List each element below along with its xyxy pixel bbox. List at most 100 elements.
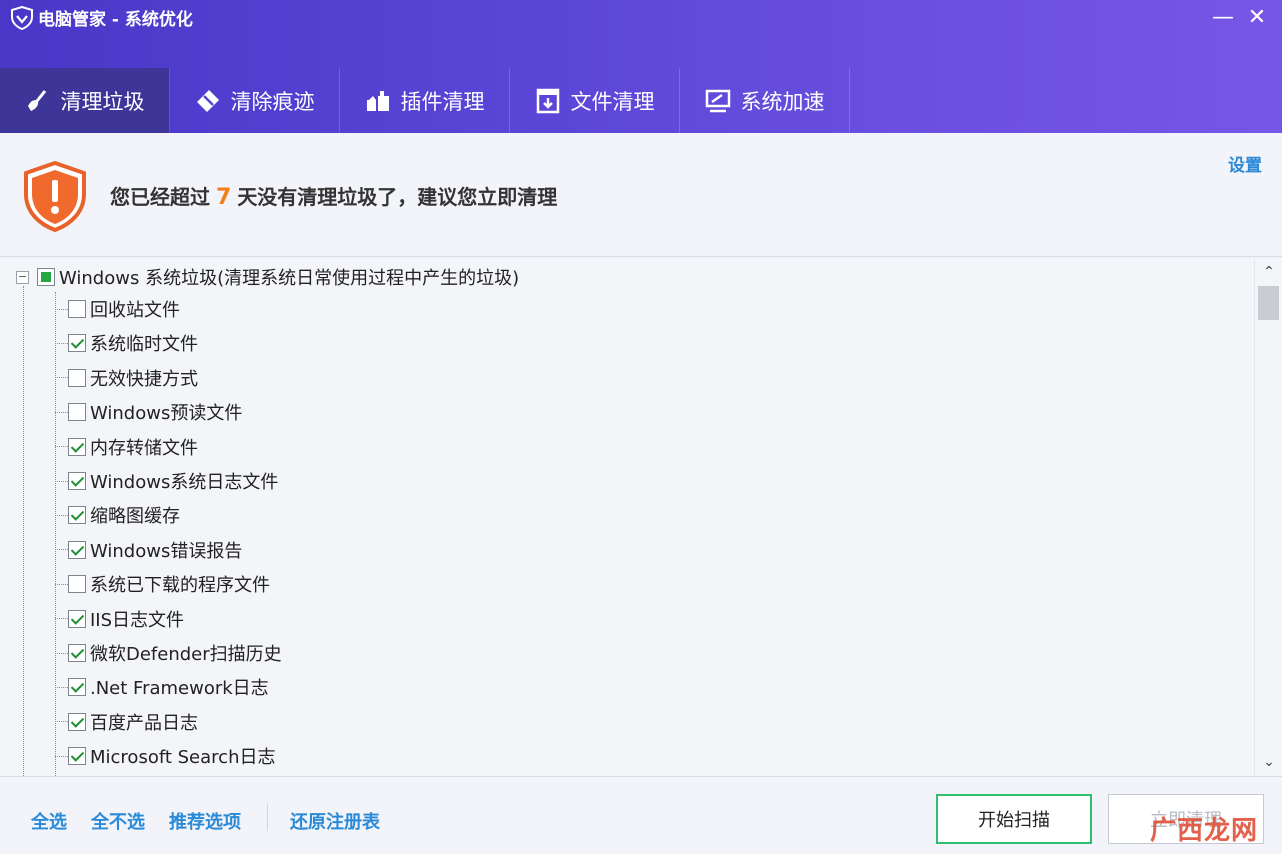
tree-item[interactable]: Microsoft Search日志 xyxy=(55,741,275,771)
item-label: 微软Defender扫描历史 xyxy=(90,644,282,665)
tree-branch-line xyxy=(55,411,68,413)
footer-divider xyxy=(267,803,268,831)
plugin-icon xyxy=(366,90,389,111)
tree-item[interactable]: 无效快捷方式 xyxy=(55,363,198,393)
item-checkbox[interactable] xyxy=(68,712,86,731)
tab-system-speedup[interactable]: 系统加速 xyxy=(680,68,850,133)
tree-item[interactable]: 内存转储文件 xyxy=(55,432,198,462)
select-none-link[interactable]: 全不选 xyxy=(91,808,145,834)
title-bar: 电脑管家 - 系统优化 — ✕ xyxy=(0,0,1282,36)
start-scan-button[interactable]: 开始扫描 xyxy=(936,794,1092,844)
tab-clean-junk[interactable]: 清理垃圾 xyxy=(0,68,170,133)
tree-branch-line xyxy=(55,686,68,688)
tab-label: 清理垃圾 xyxy=(60,89,145,114)
tree-item[interactable]: 回收站文件 xyxy=(55,294,180,324)
tree-branch-line xyxy=(55,549,68,551)
tree-branch-line xyxy=(55,618,68,620)
item-label: 内存转储文件 xyxy=(90,437,198,459)
tree-item[interactable]: 百度产品日志 xyxy=(55,707,198,737)
item-label: Microsoft Search日志 xyxy=(90,747,276,769)
days-count: 7 xyxy=(216,185,232,210)
item-checkbox[interactable] xyxy=(68,368,86,387)
minimize-button[interactable]: — xyxy=(1208,4,1238,32)
tree-item[interactable]: 缩略图缓存 xyxy=(55,500,180,530)
item-checkbox[interactable] xyxy=(68,403,86,422)
settings-link[interactable]: 设置 xyxy=(1228,151,1262,176)
item-label: 缩略图缓存 xyxy=(90,506,180,528)
item-checkbox[interactable] xyxy=(68,644,86,662)
scroll-down-arrow-icon[interactable]: ⌄ xyxy=(1255,750,1282,774)
tree-branch-line xyxy=(55,755,68,757)
window-title: 电脑管家 - 系统优化 xyxy=(38,10,193,30)
tree-item[interactable]: 系统临时文件 xyxy=(55,328,198,358)
eraser-icon xyxy=(196,89,219,112)
item-checkbox[interactable] xyxy=(68,747,86,766)
item-label: IIS日志文件 xyxy=(90,609,185,631)
item-label: 无效快捷方式 xyxy=(90,368,198,390)
item-checkbox[interactable] xyxy=(68,472,86,490)
tree-item[interactable]: 微软Defender扫描历史 xyxy=(55,638,282,668)
file-box-icon xyxy=(536,88,559,113)
tree-branch-line xyxy=(55,583,68,585)
item-label: Windows错误报告 xyxy=(90,540,243,562)
warning-prefix: 您已经超过 xyxy=(110,185,210,209)
app-shield-logo-icon xyxy=(11,6,33,30)
watermark-text: 广西龙网 xyxy=(1150,816,1259,846)
tree-item[interactable]: Windows系统日志文件 xyxy=(55,466,278,496)
item-checkbox[interactable] xyxy=(68,437,86,456)
broom-icon xyxy=(27,89,46,111)
tree-guide-line xyxy=(23,286,24,776)
tree-branch-line xyxy=(55,308,68,310)
scroll-up-arrow-icon[interactable]: ⌃ xyxy=(1255,260,1282,284)
tree-item[interactable]: Windows预读文件 xyxy=(55,397,242,427)
collapse-toggle[interactable]: − xyxy=(16,270,29,284)
tree-item[interactable]: 系统已下载的程序文件 xyxy=(55,569,270,599)
close-button[interactable]: ✕ xyxy=(1242,4,1272,32)
item-checkbox[interactable] xyxy=(68,575,86,594)
tree-branch-line xyxy=(55,721,68,723)
tab-label: 插件清理 xyxy=(400,89,485,114)
item-label: Windows预读文件 xyxy=(90,403,243,425)
tab-label: 清除痕迹 xyxy=(230,89,315,114)
tree-branch-line xyxy=(55,342,68,344)
restore-registry-link[interactable]: 还原注册表 xyxy=(290,808,380,834)
scroll-thumb[interactable] xyxy=(1258,286,1279,320)
tree-branch-line xyxy=(55,652,68,654)
tree-item[interactable]: .Net Framework日志 xyxy=(55,672,269,702)
item-checkbox[interactable] xyxy=(68,506,86,525)
tree-branch-line xyxy=(55,446,68,448)
tab-plugin-clean[interactable]: 插件清理 xyxy=(340,68,510,133)
monitor-speed-icon xyxy=(705,89,730,112)
tree-branch-line xyxy=(55,377,68,379)
item-checkbox[interactable] xyxy=(68,609,86,628)
tab-file-clean[interactable]: 文件清理 xyxy=(510,68,680,133)
header: 电脑管家 - 系统优化 — ✕ 清理垃圾 清除痕迹 插件清理 文件清理 系统加速 xyxy=(0,0,1282,133)
item-label: .Net Framework日志 xyxy=(90,678,269,700)
item-label: Windows系统日志文件 xyxy=(90,472,279,493)
warning-shield-icon xyxy=(24,160,86,232)
status-banner: 您已经超过 7 天没有清理垃圾了，建议您立即清理 设置 xyxy=(0,133,1282,257)
warning-suffix: 天没有清理垃圾了，建议您立即清理 xyxy=(237,185,558,209)
footer-bar: 全选 全不选 推荐选项 还原注册表 开始扫描 立即清理 xyxy=(0,776,1282,854)
tree-item[interactable]: IIS日志文件 xyxy=(55,604,184,634)
tab-clear-traces[interactable]: 清除痕迹 xyxy=(170,68,340,133)
item-label: 系统临时文件 xyxy=(90,334,198,356)
item-checkbox[interactable] xyxy=(68,678,86,697)
tab-label: 系统加速 xyxy=(740,89,825,114)
tree-branch-line xyxy=(55,514,68,516)
tree-item[interactable]: Windows错误报告 xyxy=(55,535,242,565)
item-checkbox[interactable] xyxy=(68,300,86,318)
select-all-link[interactable]: 全选 xyxy=(31,808,67,834)
tree-root-windows-junk: − Windows 系统垃圾(清理系统日常使用过程中产生的垃圾) xyxy=(16,262,519,292)
tab-label: 文件清理 xyxy=(570,89,655,114)
item-checkbox[interactable] xyxy=(68,540,86,559)
recommended-options-link[interactable]: 推荐选项 xyxy=(169,808,241,834)
item-label: 系统已下载的程序文件 xyxy=(90,575,270,597)
item-checkbox[interactable] xyxy=(68,334,86,353)
warning-message: 您已经超过 7 天没有清理垃圾了，建议您立即清理 xyxy=(110,181,557,210)
tree-scrollbar[interactable]: ⌃ ⌄ xyxy=(1254,258,1282,776)
item-label: 百度产品日志 xyxy=(90,712,198,734)
root-checkbox[interactable] xyxy=(37,268,55,286)
item-label: 回收站文件 xyxy=(90,300,180,321)
tab-bar: 清理垃圾 清除痕迹 插件清理 文件清理 系统加速 xyxy=(0,68,850,133)
